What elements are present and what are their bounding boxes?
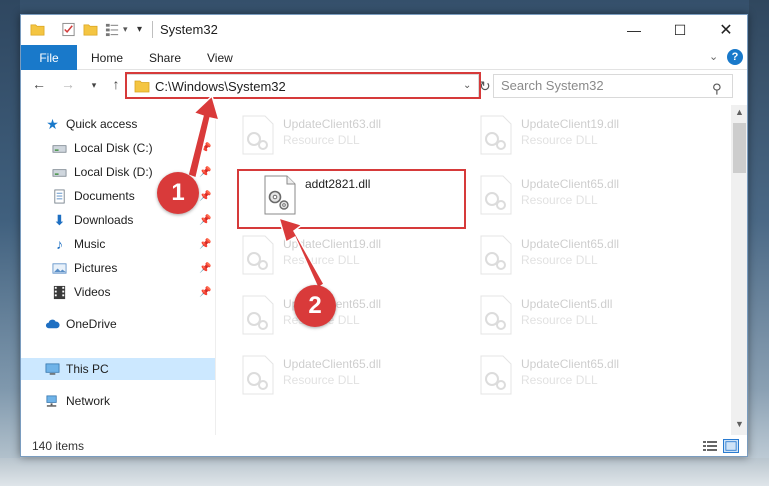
dll-file-icon: [480, 295, 512, 335]
address-dropdown-icon[interactable]: ⌄: [463, 80, 471, 91]
back-button[interactable]: ←: [30, 76, 48, 92]
title-bar: ▾ ▾ System32 — ☐ ✕: [21, 15, 747, 45]
scroll-down-icon[interactable]: ▼: [731, 419, 747, 429]
videos-icon: [53, 285, 66, 299]
file-list: UpdateClient63.dll Resource DLL UpdateCl…: [219, 105, 731, 435]
details-view-icon[interactable]: [702, 439, 718, 453]
nav-item-local-disk-c[interactable]: Local Disk (C:) 📌: [21, 137, 215, 159]
computer-icon: [45, 363, 60, 375]
nav-this-pc[interactable]: This PC: [21, 358, 215, 380]
folder-icon[interactable]: [30, 22, 45, 37]
nav-quick-access[interactable]: ★ Quick access: [21, 113, 215, 135]
item-count: 140 items: [32, 439, 85, 453]
help-icon[interactable]: ?: [727, 49, 743, 65]
view-options-icon[interactable]: [105, 22, 120, 37]
file-name: addt2821.dll: [305, 177, 371, 191]
navigation-pane: ★ Quick access Local Disk (C:) 📌 Local D…: [21, 105, 215, 435]
network-icon: [46, 395, 57, 407]
scroll-thumb[interactable]: [733, 123, 746, 173]
file-item[interactable]: UpdateClient19.dll Resource DLL: [471, 111, 691, 159]
nav-item-downloads[interactable]: ⬇ Downloads 📌: [21, 209, 215, 231]
pin-icon[interactable]: 📌: [199, 167, 211, 178]
pin-icon[interactable]: 📌: [199, 143, 211, 154]
drive-icon: [52, 144, 67, 153]
recent-locations-icon[interactable]: ▾: [85, 80, 103, 91]
file-item[interactable]: UpdateClient5.dll Resource DLL: [471, 291, 691, 339]
music-icon: ♪: [56, 236, 63, 252]
refresh-icon[interactable]: ↻: [479, 78, 491, 95]
address-path[interactable]: C:\Windows\System32: [155, 79, 286, 94]
large-icons-view-icon[interactable]: [723, 439, 739, 453]
dll-file-icon: [242, 235, 274, 275]
pane-separator: [215, 105, 216, 435]
search-input[interactable]: Search System32 ⚲: [493, 74, 733, 98]
nav-network[interactable]: Network: [21, 390, 215, 412]
file-item[interactable]: UpdateClient65.dll Resource DLL: [471, 231, 691, 279]
tab-home[interactable]: Home: [91, 45, 123, 70]
pin-icon[interactable]: 📌: [199, 287, 211, 298]
tab-file[interactable]: File: [21, 45, 77, 70]
dll-file-icon: [480, 115, 512, 155]
desktop-background-left: [0, 0, 20, 486]
maximize-button[interactable]: ☐: [657, 15, 703, 45]
file-item[interactable]: UpdateClient65.dll Resource DLL: [233, 291, 453, 339]
dll-file-icon: [264, 175, 296, 215]
downloads-icon: ⬇: [53, 211, 66, 228]
forward-button[interactable]: →: [59, 76, 77, 92]
pin-icon[interactable]: 📌: [199, 191, 211, 202]
documents-icon: [54, 189, 65, 203]
status-bar: 140 items: [21, 435, 747, 456]
pictures-icon: [52, 262, 67, 274]
nav-item-local-disk-d[interactable]: Local Disk (D:) 📌: [21, 161, 215, 183]
ribbon-tabs: File Home Share View ⌄ ?: [21, 45, 747, 70]
desktop-background-right: [749, 0, 769, 486]
cloud-icon: [45, 319, 60, 328]
folder-icon: [134, 80, 150, 93]
vertical-scrollbar[interactable]: ▲ ▼: [731, 105, 747, 435]
minimize-button[interactable]: —: [611, 15, 657, 45]
dll-file-icon: [242, 295, 274, 335]
nav-item-pictures[interactable]: Pictures 📌: [21, 257, 215, 279]
file-item[interactable]: UpdateClient65.dll Resource DLL: [471, 171, 691, 219]
nav-item-music[interactable]: ♪ Music 📌: [21, 233, 215, 255]
window-title: System32: [160, 22, 218, 37]
file-item[interactable]: UpdateClient65.dll Resource DLL: [471, 351, 691, 399]
dll-file-icon: [480, 235, 512, 275]
pin-icon[interactable]: 📌: [199, 239, 211, 250]
close-button[interactable]: ✕: [703, 15, 747, 45]
nav-item-documents[interactable]: Documents 📌: [21, 185, 215, 207]
up-button[interactable]: ↑: [107, 76, 125, 92]
dll-file-icon: [242, 355, 274, 395]
file-item[interactable]: UpdateClient63.dll Resource DLL: [233, 111, 453, 159]
desktop-background-bottom: [0, 458, 769, 486]
search-icon[interactable]: ⚲: [712, 78, 722, 100]
drive-icon: [52, 168, 67, 177]
pin-icon[interactable]: 📌: [199, 215, 211, 226]
dll-file-icon: [242, 115, 274, 155]
search-placeholder: Search System32: [501, 78, 604, 93]
pin-icon[interactable]: 📌: [199, 263, 211, 274]
dll-file-icon: [480, 175, 512, 215]
address-bar[interactable]: C:\Windows\System32 ⌄ ↻: [126, 74, 491, 98]
navigation-bar: ← → ▾ ↑ C:\Windows\System32 ⌄ ↻ Search S…: [21, 70, 747, 102]
explorer-window: ▾ ▾ System32 — ☐ ✕ File Home Share View …: [20, 14, 748, 457]
file-item-addt2821[interactable]: addt2821.dll: [255, 171, 475, 219]
view-dropdown-icon[interactable]: ▾: [123, 24, 128, 35]
file-item[interactable]: UpdateClient19.dll Resource DLL: [233, 231, 453, 279]
star-icon: ★: [46, 115, 59, 132]
tab-view[interactable]: View: [207, 45, 233, 70]
scroll-up-icon[interactable]: ▲: [731, 107, 747, 117]
title-separator: [152, 21, 153, 38]
nav-item-videos[interactable]: Videos 📌: [21, 281, 215, 303]
file-item[interactable]: UpdateClient65.dll Resource DLL: [233, 351, 453, 399]
tab-share[interactable]: Share: [149, 45, 181, 70]
expand-ribbon-icon[interactable]: ⌄: [709, 50, 718, 63]
customize-toolbar-icon[interactable]: ▾: [137, 24, 142, 35]
dll-file-icon: [480, 355, 512, 395]
new-folder-icon[interactable]: [83, 22, 98, 37]
nav-onedrive[interactable]: OneDrive: [21, 313, 215, 335]
properties-icon[interactable]: [61, 22, 76, 37]
